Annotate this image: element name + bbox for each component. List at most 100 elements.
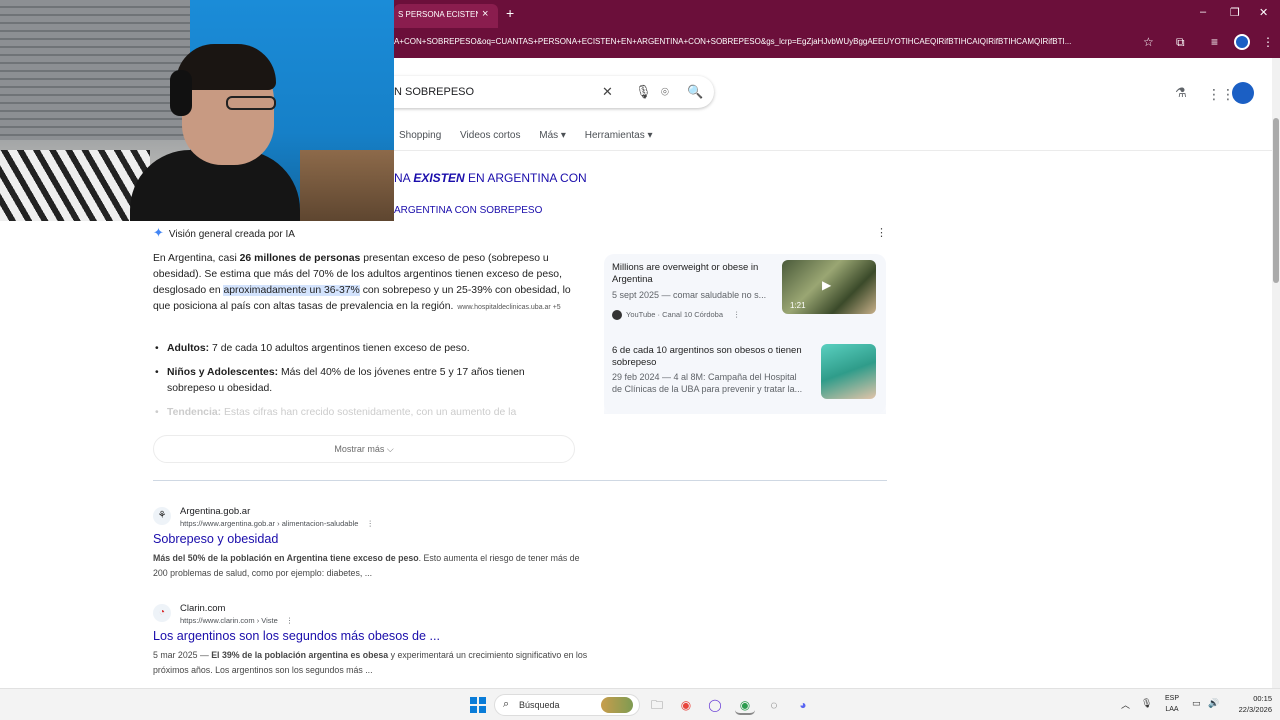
media-control-icon[interactable]: ≡ — [1211, 35, 1218, 49]
tray-mic-icon[interactable]: 🎙 — [1141, 698, 1152, 709]
ai-citation-link[interactable]: www.hospitaldeclinicas.uba.ar +5 — [457, 304, 560, 311]
video-title[interactable]: 6 de cada 10 argentinos son obesos o tie… — [612, 345, 812, 369]
card-fade — [604, 398, 886, 414]
result-site-name[interactable]: Argentina.gob.ar — [180, 506, 250, 517]
clock-time: 00:15 — [1253, 694, 1272, 703]
search-icon: ⌕ — [503, 698, 510, 710]
result-url[interactable]: https://www.argentina.gob.ar › alimentac… — [180, 519, 374, 528]
list-item-label: Tendencia: — [167, 407, 222, 418]
filter-short-videos[interactable]: Videos cortos — [460, 130, 520, 141]
bookmark-star-icon[interactable]: ☆ — [1143, 35, 1154, 49]
browser-tab[interactable]: S PERSONA ECISTEN E × — [394, 4, 498, 28]
filter-tools[interactable]: Herramientas ▾ — [585, 130, 653, 141]
search-highlight-widget[interactable] — [601, 697, 633, 713]
ai-overview-separator — [153, 480, 887, 481]
video-source-text: YouTube · Canal 10 Córdoba — [626, 310, 724, 319]
spelling-prefix: NA — [394, 171, 414, 185]
new-tab-button[interactable]: + — [506, 5, 514, 21]
list-item-text: 7 de cada 10 adultos argentinos tienen e… — [209, 343, 470, 354]
microphone-icon[interactable]: 🎙 — [635, 84, 652, 100]
result-snippet: 5 mar 2025 — El 39% de la población arge… — [153, 648, 593, 678]
volume-icon[interactable]: 🔊 — [1208, 698, 1219, 709]
taskbar-search[interactable]: ⌕ Búsqueda — [494, 694, 640, 716]
result-title-link[interactable]: Los argentinos son los segundos más obes… — [153, 629, 440, 643]
extensions-icon[interactable]: ⧉ — [1176, 35, 1185, 50]
close-window-button[interactable]: ✕ — [1259, 6, 1268, 19]
address-bar[interactable]: A+CON+SOBREPESO&oq=CUANTAS+PERSONA+ECIST… — [394, 37, 1134, 46]
lens-icon[interactable]: ⌾ — [661, 84, 669, 100]
video-meta: 29 feb 2024 — 4 al 8M: Campaña del Hospi… — [612, 372, 797, 382]
spelling-alternative[interactable]: ARGENTINA CON SOBREPESO — [394, 205, 542, 216]
page-scrollbar[interactable] — [1272, 58, 1280, 688]
filter-more[interactable]: Más ▾ — [539, 130, 566, 141]
apps-grid-icon[interactable]: ⋮⋮ — [1207, 86, 1235, 103]
windows-start-icon[interactable] — [470, 697, 486, 713]
list-item-text: Estas cifras han crecido sostenidamente,… — [221, 407, 517, 418]
ai-text-highlight: aproximadamente un 36-37% — [223, 285, 360, 296]
result-url-text: https://www.argentina.gob.ar › alimentac… — [180, 519, 359, 528]
input-language[interactable]: ESP LAA — [1162, 693, 1182, 715]
result-title-link[interactable]: Sobrepeso y obesidad — [153, 532, 278, 546]
snippet-bold: Más del 50% de la población en Argentina… — [153, 553, 419, 563]
list-item-label: Niños y Adolescentes: — [167, 367, 279, 378]
ai-text-part: En Argentina, casi — [153, 253, 240, 264]
video-thumbnail[interactable]: ▶ 1:21 — [782, 260, 876, 314]
webcam-glasses — [226, 96, 276, 110]
maximize-button[interactable]: ❐ — [1230, 6, 1240, 19]
video-more-icon[interactable]: ⋮ — [733, 310, 741, 319]
spelling-bold: EXISTEN — [413, 171, 465, 185]
app-icon[interactable]: ◌ — [764, 695, 784, 715]
video-thumbnail[interactable] — [821, 344, 876, 399]
result-url-text: https://www.clarin.com › Viste — [180, 616, 278, 625]
video-meta: de Clínicas de la UBA para prevenir y tr… — [612, 384, 803, 394]
video-duration: 1:21 — [790, 301, 806, 310]
discord-icon[interactable]: ◕ — [793, 695, 813, 715]
language-code: ESP — [1164, 695, 1179, 702]
ai-overview-header: ✦ Visión general creada por IA — [153, 225, 295, 241]
webcam-blanket — [0, 150, 150, 221]
site-favicon-icon: ◔ — [153, 604, 171, 622]
labs-icon[interactable]: ⚗ — [1175, 85, 1187, 101]
tray-overflow-icon[interactable]: ︿ — [1121, 698, 1130, 711]
webcam-blinds — [0, 0, 190, 140]
tab-title: S PERSONA ECISTEN E — [398, 10, 478, 19]
video-meta: 5 sept 2025 — comar saludable no s... — [612, 290, 767, 300]
result-url[interactable]: https://www.clarin.com › Viste ⋮ — [180, 616, 293, 625]
search-icon[interactable]: 🔍 — [687, 84, 703, 100]
account-avatar[interactable] — [1232, 82, 1254, 104]
list-item: Tendencia: Estas cifras han crecido sost… — [153, 405, 573, 421]
windows-taskbar: ⌕ Búsqueda 🗀 ◉ ◯ ◉ ◌ ◕ ︿ 🎙 ESP LAA ▭ 🔊 00… — [0, 688, 1280, 720]
ai-overview-more-icon[interactable]: ⋮ — [876, 226, 887, 239]
obs-icon[interactable]: ◯ — [705, 695, 725, 715]
browser-profile-avatar[interactable] — [1234, 34, 1250, 50]
list-item-label: Adultos: — [167, 343, 210, 354]
search-box[interactable]: N SOBREPESO ✕ 🎙 ⌾ 🔍 — [380, 76, 714, 108]
webcam-overlay — [0, 0, 394, 221]
network-icon[interactable]: ▭ — [1192, 698, 1201, 709]
list-item: Adultos: 7 de cada 10 adultos argentinos… — [153, 341, 573, 357]
list-item: Niños y Adolescentes: Más del 40% de los… — [153, 365, 573, 397]
video-title[interactable]: Millions are overweight or obese in Arge… — [612, 262, 778, 286]
clear-search-icon[interactable]: ✕ — [602, 84, 613, 100]
result-site-name[interactable]: Clarin.com — [180, 603, 225, 614]
file-explorer-icon[interactable]: 🗀 — [647, 695, 667, 715]
browser-menu-icon[interactable]: ⋮ — [1262, 35, 1274, 49]
screen: S PERSONA ECISTEN E × + – ❐ ✕ A+CON+SOBR… — [0, 0, 1280, 720]
show-more-button[interactable]: Mostrar más ⌵ — [153, 435, 575, 463]
chrome-icon[interactable]: ◉ — [676, 695, 696, 715]
chrome-active-icon[interactable]: ◉ — [735, 695, 755, 715]
result-more-icon[interactable]: ⋮ — [286, 616, 294, 625]
system-clock[interactable]: 00:15 22/3/2026 — [1236, 693, 1272, 715]
filter-shopping[interactable]: Shopping — [399, 130, 441, 141]
taskbar-search-placeholder: Búsqueda — [519, 700, 560, 710]
scrollbar-thumb[interactable] — [1273, 118, 1279, 283]
tab-close-icon[interactable]: × — [482, 8, 488, 20]
webcam-shelf — [300, 150, 394, 221]
minimize-button[interactable]: – — [1200, 6, 1206, 18]
ai-overview-list: Adultos: 7 de cada 10 adultos argentinos… — [153, 341, 573, 429]
search-input[interactable]: N SOBREPESO — [394, 86, 474, 98]
result-more-icon[interactable]: ⋮ — [366, 519, 374, 528]
spelling-suggestion[interactable]: NA EXISTEN EN ARGENTINA CON — [394, 171, 587, 185]
ai-overview-title: Visión general creada por IA — [168, 229, 295, 240]
snippet-bold: El 39% de la población argentina es obes… — [211, 650, 389, 660]
